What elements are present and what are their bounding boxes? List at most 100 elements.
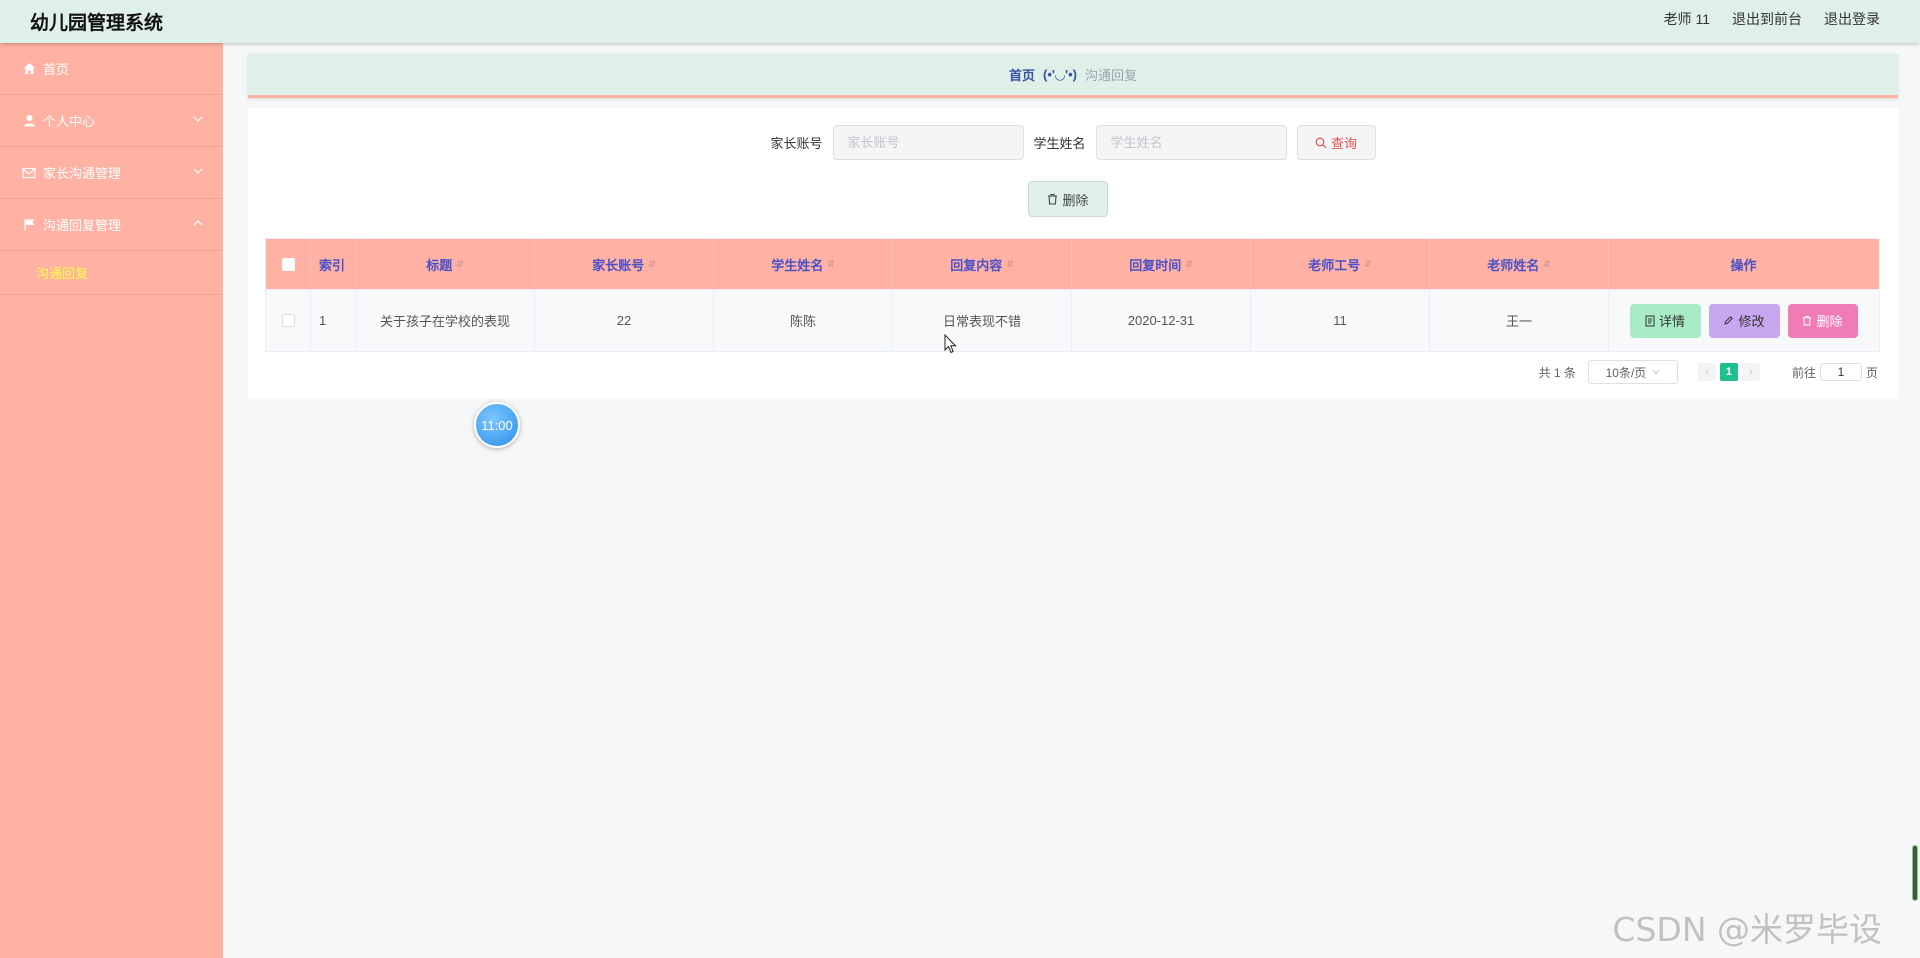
column-header[interactable]: 回复内容 ⇵ xyxy=(893,239,1072,289)
sidebar-item-label: 沟通回复管理 xyxy=(43,218,122,233)
page-size-value: 10条/页 xyxy=(1605,365,1647,380)
page-size-select[interactable]: 10条/页 xyxy=(1587,360,1678,384)
sort-icon[interactable]: ⇵ xyxy=(1543,259,1551,268)
detail-button[interactable]: 详情 xyxy=(1629,303,1701,338)
sidebar-item-personal-center[interactable]: 个人中心 xyxy=(0,95,223,147)
column-header-label: 操作 xyxy=(1730,257,1757,273)
pagination-total: 共 1 条 xyxy=(1538,365,1576,380)
exit-to-front-link[interactable]: 退出到前台 xyxy=(1732,9,1802,29)
goto-page-input[interactable]: 1 xyxy=(1819,363,1862,381)
mail-icon xyxy=(22,166,36,180)
sidebar-subitem-reply[interactable]: 沟通回复 xyxy=(0,251,223,295)
trash-icon xyxy=(1803,315,1812,326)
table-header: 索引 标题 ⇵ 家长账号 ⇵ 学生姓名 ⇵ 回复内容 ⇵ 回复时间 ⇵ 老师工号 ⇵ 老师姓… xyxy=(266,239,1879,289)
column-header-label: 索引 xyxy=(319,257,346,273)
data-table: 索引 标题 ⇵ 家长账号 ⇵ 学生姓名 ⇵ 回复内容 ⇵ 回复时间 ⇵ 老师工号 ⇵ 老师姓… xyxy=(265,238,1880,352)
sort-icon[interactable]: ⇵ xyxy=(1006,259,1014,268)
app-title: 幼儿园管理系统 xyxy=(30,13,164,34)
sidebar-item-reply-management[interactable]: 沟通回复管理 xyxy=(0,199,223,251)
sidebar-item-label: 个人中心 xyxy=(43,114,96,129)
watermark: CSDN @米罗毕设 xyxy=(1612,910,1882,949)
trash-icon xyxy=(1048,193,1058,205)
sidebar-item-home[interactable]: 首页 xyxy=(0,43,223,95)
column-header[interactable]: 学生姓名 ⇵ xyxy=(714,239,893,289)
chevron-down-icon xyxy=(1652,370,1660,375)
breadcrumb-separator: (•'◡'•) xyxy=(1043,66,1077,82)
column-header-label: 回复内容 xyxy=(950,257,1003,273)
column-header-label: 老师姓名 xyxy=(1487,257,1540,273)
current-user: 老师 11 xyxy=(1663,11,1710,27)
logout-link[interactable]: 退出登录 xyxy=(1824,9,1880,29)
column-header-label: 学生姓名 xyxy=(771,257,824,273)
edit-button[interactable]: 修改 xyxy=(1708,303,1780,338)
cell-teacher-name: 王一 xyxy=(1430,290,1609,351)
delete-button[interactable]: 删除 xyxy=(1787,303,1858,338)
column-header[interactable]: 回复时间 ⇵ xyxy=(1072,239,1251,289)
cell-student-name: 陈陈 xyxy=(714,290,893,351)
breadcrumb: 首页 (•'◡'•) 沟通回复 xyxy=(248,54,1898,98)
column-header-label: 老师工号 xyxy=(1308,257,1361,273)
chevron-up-icon xyxy=(193,220,203,226)
sort-icon[interactable]: ⇵ xyxy=(827,259,835,268)
column-header[interactable]: 标题 ⇵ xyxy=(356,239,535,289)
page-number[interactable]: 1 xyxy=(1719,363,1738,381)
student-name-input[interactable] xyxy=(1095,125,1287,160)
breadcrumb-current: 沟通回复 xyxy=(1084,68,1137,83)
sort-icon[interactable]: ⇵ xyxy=(456,259,464,268)
column-header-label: 标题 xyxy=(426,257,453,273)
sort-icon[interactable]: ⇵ xyxy=(1364,259,1372,268)
column-header-label: 家长账号 xyxy=(592,257,645,273)
detail-button-label: 详情 xyxy=(1658,314,1685,329)
delete-button-label: 删除 xyxy=(1816,314,1843,329)
cell-reply-time: 2020-12-31 xyxy=(1072,290,1251,351)
prev-page-button[interactable]: ‹ xyxy=(1697,363,1716,381)
column-header-label: 回复时间 xyxy=(1129,257,1182,273)
breadcrumb-home[interactable]: 首页 xyxy=(1009,65,1035,84)
flag-icon xyxy=(22,218,36,232)
cell-reply-content: 日常表现不错 xyxy=(893,290,1072,351)
cell-actions: 详情 修改 删除 xyxy=(1609,290,1878,351)
row-checkbox[interactable] xyxy=(281,314,295,327)
top-bar: 幼儿园管理系统 老师 11 退出到前台 退出登录 xyxy=(0,0,1920,43)
sort-icon[interactable]: ⇵ xyxy=(1185,259,1193,268)
batch-delete-button[interactable]: 删除 xyxy=(1028,181,1108,217)
sidebar: 首页 个人中心 家长沟通管理 沟通回复管理 沟通回复 xyxy=(0,43,223,958)
next-page-button[interactable]: › xyxy=(1741,363,1760,381)
parent-account-label: 家长账号 xyxy=(770,136,823,151)
query-button[interactable]: 查询 xyxy=(1296,125,1376,160)
table-row: 1 关于孩子在学校的表现 22 陈陈 日常表现不错 2020-12-31 11 … xyxy=(266,289,1879,351)
edit-button-label: 修改 xyxy=(1738,314,1765,329)
home-icon xyxy=(22,62,36,76)
top-nav: 老师 11 退出到前台 退出登录 xyxy=(1664,9,1880,29)
clock-widget[interactable]: 11:00 xyxy=(474,402,520,448)
select-all-checkbox[interactable] xyxy=(281,257,295,271)
sidebar-item-label: 首页 xyxy=(43,62,70,77)
query-button-label: 查询 xyxy=(1331,136,1358,151)
sidebar-item-parent-communication[interactable]: 家长沟通管理 xyxy=(0,147,223,199)
chevron-down-icon xyxy=(193,116,203,122)
cell-title: 关于孩子在学校的表现 xyxy=(356,290,535,351)
edit-icon xyxy=(1724,316,1734,325)
document-icon xyxy=(1645,315,1655,326)
column-header[interactable]: 老师姓名 ⇵ xyxy=(1430,239,1609,289)
goto-suffix: 页 xyxy=(1865,365,1878,380)
main-content: 家长账号 学生姓名 查询 删除 索引 标题⇵ 家长账号⇵ 学生姓名⇵ 回复内容⇵… xyxy=(248,108,1898,398)
column-header: 索引 xyxy=(311,239,356,289)
column-header: 操作 xyxy=(1609,239,1878,289)
column-header[interactable]: 家长账号 ⇵ xyxy=(535,239,714,289)
select-all-cell xyxy=(266,239,311,289)
user-icon xyxy=(22,114,36,128)
sort-icon[interactable]: ⇵ xyxy=(648,259,656,268)
scrollbar[interactable] xyxy=(1912,845,1918,901)
cell-index: 1 xyxy=(311,290,356,351)
parent-account-input[interactable] xyxy=(832,125,1024,160)
column-header[interactable]: 老师工号 ⇵ xyxy=(1251,239,1430,289)
search-icon xyxy=(1315,137,1327,148)
mouse-cursor-icon xyxy=(944,334,957,354)
pagination: 共 1 条 10条/页 ‹ 1 › 前往 1 页 xyxy=(1539,360,1878,384)
cell-parent-account: 22 xyxy=(535,290,714,351)
chevron-down-icon xyxy=(193,168,203,174)
cell-teacher-id: 11 xyxy=(1251,290,1430,351)
row-select-cell xyxy=(266,290,311,351)
goto-prefix: 前往 xyxy=(1791,365,1816,380)
